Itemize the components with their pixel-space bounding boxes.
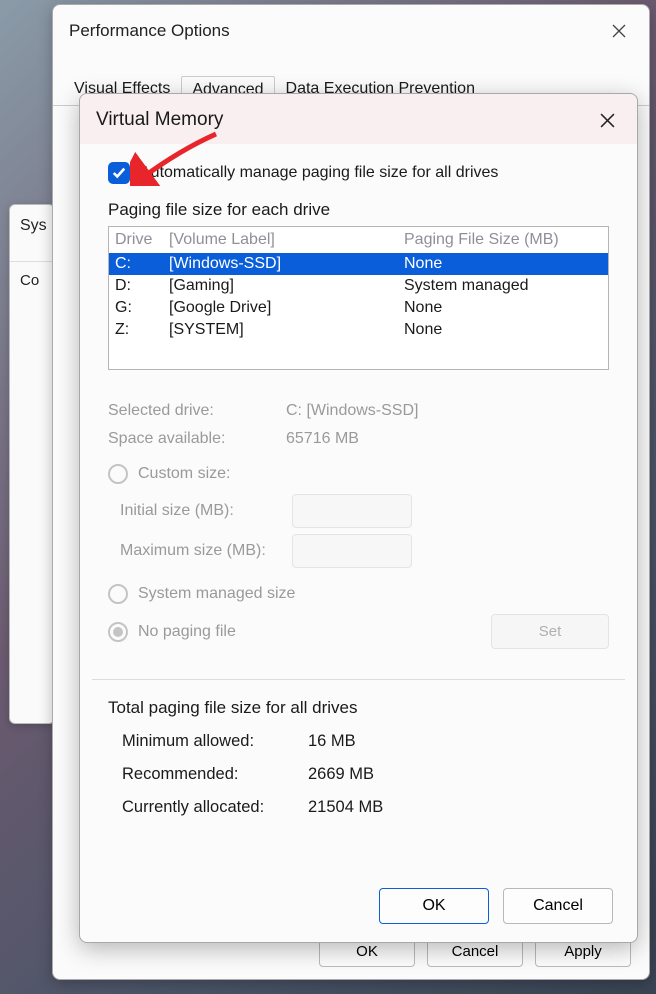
maximum-size-label: Maximum size (MB): [120, 542, 292, 560]
recommended-label: Recommended: [122, 765, 308, 784]
system-managed-label: System managed size [138, 585, 295, 603]
drive-letter: D: [115, 277, 169, 295]
auto-manage-checkbox[interactable] [108, 162, 130, 184]
virtual-memory-dialog: Virtual Memory Automatically manage pagi… [79, 93, 638, 943]
drive-size: None [404, 299, 604, 317]
selected-drive-value: C: [Windows-SSD] [286, 402, 418, 420]
recommended-value: 2669 MB [308, 765, 374, 784]
column-size: Paging File Size (MB) [404, 231, 604, 249]
drive-row[interactable]: Z:[SYSTEM]None [109, 319, 608, 341]
drive-size: System managed [404, 277, 604, 295]
close-icon [600, 113, 615, 128]
minimum-allowed-label: Minimum allowed: [122, 732, 308, 751]
checkmark-icon [112, 166, 126, 180]
initial-size-label: Initial size (MB): [120, 502, 292, 520]
paging-file-section-label: Paging file size for each drive [108, 200, 609, 220]
virtual-memory-close-button[interactable] [593, 106, 621, 134]
no-paging-file-label: No paging file [138, 623, 236, 641]
selected-drive-label: Selected drive: [108, 402, 286, 420]
drive-volume: [Windows-SSD] [169, 255, 404, 273]
system-window-title-fragment: Sys [10, 205, 54, 235]
drive-row[interactable]: G:[Google Drive]None [109, 297, 608, 319]
system-properties-window-fragment: Sys Co [9, 204, 55, 724]
close-icon [612, 24, 626, 38]
currently-allocated-value: 21504 MB [308, 798, 383, 817]
space-available-value: 65716 MB [286, 430, 359, 448]
drive-volume: [Google Drive] [169, 299, 404, 317]
custom-size-radio [108, 464, 128, 484]
space-available-label: Space available: [108, 430, 286, 448]
drive-letter: G: [115, 299, 169, 317]
currently-allocated-label: Currently allocated: [122, 798, 308, 817]
totals-section-label: Total paging file size for all drives [108, 698, 609, 718]
minimum-allowed-value: 16 MB [308, 732, 356, 751]
divider [92, 679, 625, 680]
virtual-memory-title: Virtual Memory [96, 109, 223, 131]
initial-size-input [292, 494, 412, 528]
drive-size: None [404, 321, 604, 339]
system-managed-radio [108, 584, 128, 604]
drive-row[interactable]: D:[Gaming]System managed [109, 275, 608, 297]
vm-cancel-button[interactable]: Cancel [503, 888, 613, 924]
auto-manage-label: Automatically manage paging file size fo… [140, 164, 498, 182]
drive-volume: [Gaming] [169, 277, 404, 295]
drive-letter: C: [115, 255, 169, 273]
set-button: Set [491, 614, 609, 649]
drive-list-header: Drive [Volume Label] Paging File Size (M… [109, 227, 608, 253]
drive-size: None [404, 255, 604, 273]
vm-ok-button[interactable]: OK [379, 888, 489, 924]
performance-options-title: Performance Options [69, 21, 230, 41]
drive-list[interactable]: Drive [Volume Label] Paging File Size (M… [108, 226, 609, 370]
drive-row[interactable]: C:[Windows-SSD]None [109, 253, 608, 275]
no-paging-file-radio [108, 622, 128, 642]
custom-size-label: Custom size: [138, 465, 230, 483]
column-volume: [Volume Label] [169, 231, 404, 249]
drive-letter: Z: [115, 321, 169, 339]
drive-volume: [SYSTEM] [169, 321, 404, 339]
system-window-item-fragment: Co [10, 262, 54, 289]
performance-options-close-button[interactable] [605, 17, 633, 45]
column-drive: Drive [115, 231, 169, 249]
maximum-size-input [292, 534, 412, 568]
